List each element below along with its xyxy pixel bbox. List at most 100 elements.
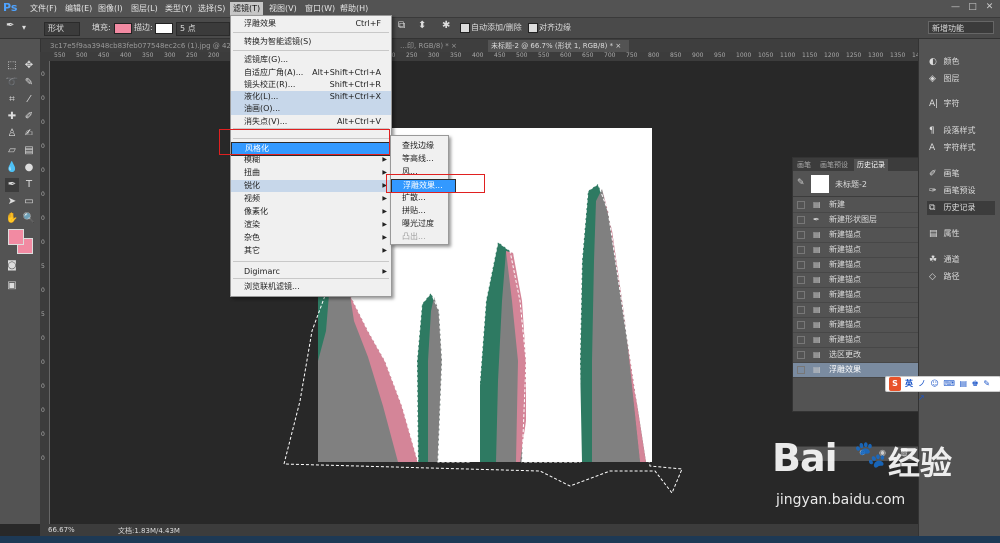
filter-menu-item[interactable]: 浏览联机滤镜... xyxy=(231,281,391,293)
stylize-submenu-item[interactable]: 拼贴... xyxy=(391,205,448,217)
menu-view[interactable]: 视图(V) xyxy=(269,3,297,15)
eyedropper-tool-icon[interactable]: ⁄ xyxy=(22,93,36,107)
dock-properties[interactable]: ▤ 属性 xyxy=(929,227,960,241)
type-tool-icon[interactable]: T xyxy=(22,178,36,192)
quick-select-tool-icon[interactable]: ✎ xyxy=(22,76,36,90)
eraser-tool-icon[interactable]: ▱ xyxy=(5,144,19,158)
filter-menu-item[interactable]: Digimarc ▶ xyxy=(231,266,391,278)
filter-menu-item[interactable]: 镜头校正(R)... Shift+Ctrl+R xyxy=(231,79,391,91)
dock-history[interactable]: ⧉ 历史记录 xyxy=(927,201,995,215)
zoom-tool-icon[interactable]: 🔍 xyxy=(22,212,36,226)
menu-edit[interactable]: 编辑(E) xyxy=(65,3,92,15)
maximize-icon[interactable]: □ xyxy=(967,3,978,12)
menu-filter[interactable]: 滤镜(T) xyxy=(230,2,264,16)
tab-document-1[interactable]: 3c17e5f9aa3948cb83feb077548ec2c6 (1).jpg… xyxy=(50,40,250,52)
tool-preset-dropdown-icon[interactable]: ▾ xyxy=(22,22,26,34)
history-state[interactable]: ▤ 新建锚点 xyxy=(793,318,918,333)
history-state[interactable]: ▤ 选区更改 xyxy=(793,348,918,363)
history-snapshot[interactable]: ✎ 未标题-2 xyxy=(793,172,918,197)
menu-file[interactable]: 文件(F) xyxy=(30,3,57,15)
tab-document-active[interactable]: 未标题-2 @ 66.7% (形状 1, RGB/8) * × xyxy=(488,40,629,52)
tab-brush[interactable]: 画笔 xyxy=(797,160,811,170)
filter-menu-item[interactable]: 浮雕效果 Ctrl+F xyxy=(231,18,391,30)
dock-brush[interactable]: ✐ 画笔 xyxy=(929,167,960,181)
filter-menu-item[interactable]: 自适应广角(A)... Alt+Shift+Ctrl+A xyxy=(231,67,391,79)
filter-menu-item[interactable]: 消失点(V)... Alt+Ctrl+V xyxy=(231,116,391,128)
path-arrange-icon[interactable]: ⧉ xyxy=(398,20,405,32)
stylize-submenu-item[interactable]: 凸出... xyxy=(391,231,448,243)
menu-select[interactable]: 选择(S) xyxy=(198,3,225,15)
mode-select[interactable]: 形状 xyxy=(44,22,80,36)
menu-type[interactable]: 类型(Y) xyxy=(165,3,192,15)
filter-menu-item[interactable]: 像素化 ▶ xyxy=(231,206,391,218)
stroke-size-field[interactable]: 5 点 xyxy=(176,22,230,36)
history-state[interactable]: ✒ 新建形状图层 xyxy=(793,213,918,228)
menu-help[interactable]: 帮助(H) xyxy=(340,3,368,15)
filter-menu-item[interactable]: 转换为智能滤镜(S) xyxy=(231,36,391,48)
stylize-submenu-item[interactable]: 查找边缘 xyxy=(391,140,448,152)
history-state[interactable]: ▤ 新建锚点 xyxy=(793,243,918,258)
gear-icon[interactable]: ✱ xyxy=(442,20,450,32)
ime-language[interactable]: 英 xyxy=(905,377,913,391)
align-edges-checkbox[interactable] xyxy=(528,23,538,33)
dock-paragraph-styles[interactable]: ¶ 段落样式 xyxy=(929,124,976,138)
stylize-submenu-item[interactable]: 等高线... xyxy=(391,153,448,165)
filter-menu-item[interactable]: 模糊 ▶ xyxy=(231,154,391,166)
gradient-tool-icon[interactable]: ▤ xyxy=(22,144,36,158)
history-state[interactable]: ▤ 新建锚点 xyxy=(793,288,918,303)
history-state[interactable]: ▤ 新建 xyxy=(793,198,918,213)
minimize-icon[interactable]: — xyxy=(950,3,961,12)
history-state-checkbox[interactable] xyxy=(797,216,805,224)
zoom-level[interactable]: 66.67% xyxy=(48,526,75,534)
ime-tools[interactable]: ノ ☺ ⌨ ▤ ♚ ✎ ↗ xyxy=(918,377,1000,405)
shape-tool-icon[interactable]: ▭ xyxy=(22,195,36,209)
close-icon[interactable]: ✕ xyxy=(984,3,995,12)
history-state-checkbox[interactable] xyxy=(797,231,805,239)
workspace-select[interactable]: 新增功能 xyxy=(928,21,994,34)
history-state-checkbox[interactable] xyxy=(797,366,805,374)
dock-character-styles[interactable]: A 字符样式 xyxy=(929,141,976,155)
dock-layers[interactable]: ◈ 图层 xyxy=(929,72,960,86)
menu-image[interactable]: 图像(I) xyxy=(98,3,123,15)
move-tool-icon[interactable]: ✥ xyxy=(22,59,36,73)
dodge-tool-icon[interactable]: ● xyxy=(22,161,36,175)
history-state[interactable]: ▤ 新建锚点 xyxy=(793,303,918,318)
menu-layer[interactable]: 图层(L) xyxy=(131,3,158,15)
filter-menu-item[interactable]: 锐化 ▶ xyxy=(231,180,391,192)
history-state-checkbox[interactable] xyxy=(797,201,805,209)
history-state[interactable]: ▤ 新建锚点 xyxy=(793,333,918,348)
crop-tool-icon[interactable]: ⌗ xyxy=(5,93,19,107)
pen-tool-icon[interactable]: ✒ xyxy=(5,178,19,192)
dock-brush-presets[interactable]: ✑ 画笔预设 xyxy=(929,184,976,198)
blur-tool-icon[interactable]: 💧 xyxy=(5,161,19,175)
history-state-checkbox[interactable] xyxy=(797,276,805,284)
history-state[interactable]: ▤ 新建锚点 xyxy=(793,258,918,273)
snapshot-brush-icon[interactable]: ✎ xyxy=(797,178,805,188)
filter-menu-item[interactable]: 液化(L)... Shift+Ctrl+X xyxy=(231,91,391,103)
foreground-color-swatch[interactable] xyxy=(8,229,24,245)
filter-menu-item[interactable]: 扭曲 ▶ xyxy=(231,167,391,179)
dock-color[interactable]: ◐ 颜色 xyxy=(929,55,960,69)
marquee-tool-icon[interactable]: ⬚ xyxy=(5,59,19,73)
history-state-checkbox[interactable] xyxy=(797,291,805,299)
history-state-checkbox[interactable] xyxy=(797,261,805,269)
quick-mask-icon[interactable]: ◙ xyxy=(5,259,19,273)
history-state-checkbox[interactable] xyxy=(797,351,805,359)
pen-tool-icon[interactable]: ✒ xyxy=(6,20,14,32)
stamp-tool-icon[interactable]: ♙ xyxy=(5,127,19,141)
filter-menu-item[interactable]: 油画(O)... xyxy=(231,103,391,115)
lasso-tool-icon[interactable]: ➰ xyxy=(5,76,19,90)
history-state-checkbox[interactable] xyxy=(797,246,805,254)
path-align-icon[interactable]: ⬍ xyxy=(418,20,426,32)
history-state-checkbox[interactable] xyxy=(797,306,805,314)
path-select-tool-icon[interactable]: ➤ xyxy=(5,195,19,209)
stylize-submenu-item[interactable]: 扩散... xyxy=(391,192,448,204)
dock-channels[interactable]: ☘ 通道 xyxy=(929,253,960,267)
history-state[interactable]: ▤ 新建锚点 xyxy=(793,228,918,243)
tab-history[interactable]: 历史记录 xyxy=(854,159,888,171)
filter-menu-item[interactable]: 杂色 ▶ xyxy=(231,232,391,244)
filter-menu-item[interactable]: 滤镜库(G)... xyxy=(231,54,391,66)
filter-menu-item[interactable]: 视频 ▶ xyxy=(231,193,391,205)
menu-window[interactable]: 窗口(W) xyxy=(305,3,335,15)
stylize-submenu-item[interactable]: 曝光过度 xyxy=(391,218,448,230)
